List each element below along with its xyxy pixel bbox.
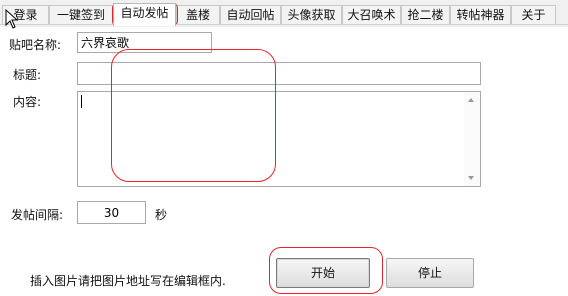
stop-button[interactable]: 停止 — [386, 258, 474, 288]
image-hint-text: 插入图片请把图片地址写在编辑框内. — [30, 274, 226, 288]
interval-unit-label: 秒 — [155, 208, 168, 222]
forum-name-label: 贴吧名称: — [9, 38, 62, 52]
interval-input[interactable] — [77, 201, 146, 224]
scroll-up-arrow-icon[interactable] — [468, 98, 474, 102]
text-caret — [81, 95, 82, 108]
tab-about[interactable]: 关于 — [511, 5, 556, 24]
mouse-cursor-icon — [5, 9, 19, 29]
tab-avatar-fetch[interactable]: 头像获取 — [281, 5, 342, 24]
start-button[interactable]: 开始 — [276, 258, 370, 288]
tab-auto-reply[interactable]: 自动回帖 — [220, 5, 281, 24]
tab-one-click-sign-in[interactable]: 一键签到 — [49, 5, 113, 24]
tab-grab-second-floor[interactable]: 抢二楼 — [401, 5, 450, 24]
title-label: 标题: — [13, 68, 42, 82]
tab-summon[interactable]: 大召唤术 — [342, 5, 401, 24]
tab-build-floor[interactable]: 盖楼 — [176, 5, 220, 24]
tab-divider — [0, 24, 568, 25]
tab-repost-tool[interactable]: 转帖神器 — [450, 5, 511, 24]
content-textarea[interactable] — [77, 91, 481, 187]
tab-auto-post[interactable]: 自动发帖 — [113, 3, 176, 26]
interval-label: 发帖间隔: — [11, 208, 64, 222]
content-label: 内容: — [13, 95, 42, 109]
content-scrollbar[interactable] — [464, 92, 480, 186]
tab-strip: 登录 一键签到 自动发帖 盖楼 自动回帖 头像获取 大召唤术 抢二楼 转帖神器 … — [0, 0, 568, 27]
forum-name-input[interactable] — [77, 32, 212, 53]
scroll-down-arrow-icon[interactable] — [468, 176, 474, 180]
title-input[interactable] — [77, 62, 481, 85]
